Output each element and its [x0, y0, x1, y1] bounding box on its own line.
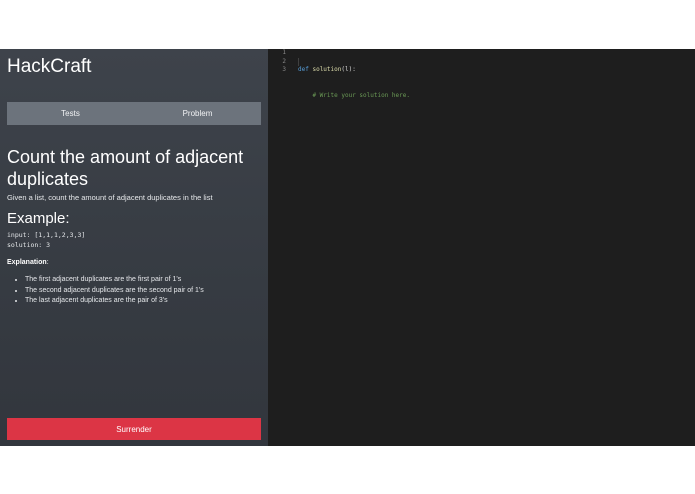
code-function-name: solution: [312, 66, 342, 73]
example-solution: solution: 3: [7, 240, 51, 249]
code-params: (l):: [341, 66, 356, 73]
tab-problem[interactable]: Problem: [134, 102, 261, 125]
line-number: 1: [282, 49, 286, 56]
brand-title: HackCraft: [7, 56, 92, 77]
explanation-label-text: Explanation: [7, 259, 47, 266]
example-code: input: [1,1,1,2,3,3] solution: 3: [7, 231, 85, 250]
tab-tests[interactable]: Tests: [7, 102, 134, 125]
code-lines[interactable]: def solution(l): # Write your solution h…: [298, 49, 410, 143]
explanation-label: Explanation:: [7, 258, 49, 268]
example-heading: Example:: [7, 210, 70, 227]
code-keyword: def: [298, 66, 309, 73]
code-line-1: def solution(l):: [298, 66, 410, 75]
code-editor[interactable]: 1 2 3 def solution(l): # Write your solu…: [268, 49, 695, 446]
surrender-button[interactable]: Surrender: [7, 418, 261, 440]
list-item: The second adjacent duplicates are the s…: [25, 286, 204, 297]
problem-title: Count the amount of adjacent duplicates: [7, 147, 244, 189]
line-number: 2: [282, 57, 286, 65]
line-number: 3: [282, 66, 286, 73]
app-root: HackCraft Tests Problem Count the amount…: [0, 49, 695, 446]
tab-bar: Tests Problem: [7, 102, 261, 125]
example-input: input: [1,1,1,2,3,3]: [7, 231, 86, 239]
code-comment: # Write your solution here.: [312, 91, 410, 99]
explanation-list: The first adjacent duplicates are the fi…: [7, 275, 204, 307]
list-item: The last adjacent duplicates are the pai…: [25, 296, 204, 307]
problem-description: Given a list, count the amount of adjace…: [7, 193, 213, 202]
problem-panel: HackCraft Tests Problem Count the amount…: [0, 49, 268, 446]
explanation-colon: :: [46, 259, 49, 266]
list-item: The first adjacent duplicates are the fi…: [25, 275, 204, 286]
line-number-gutter: 1 2 3: [268, 49, 288, 75]
code-line-2: # Write your solution here.: [298, 92, 410, 101]
